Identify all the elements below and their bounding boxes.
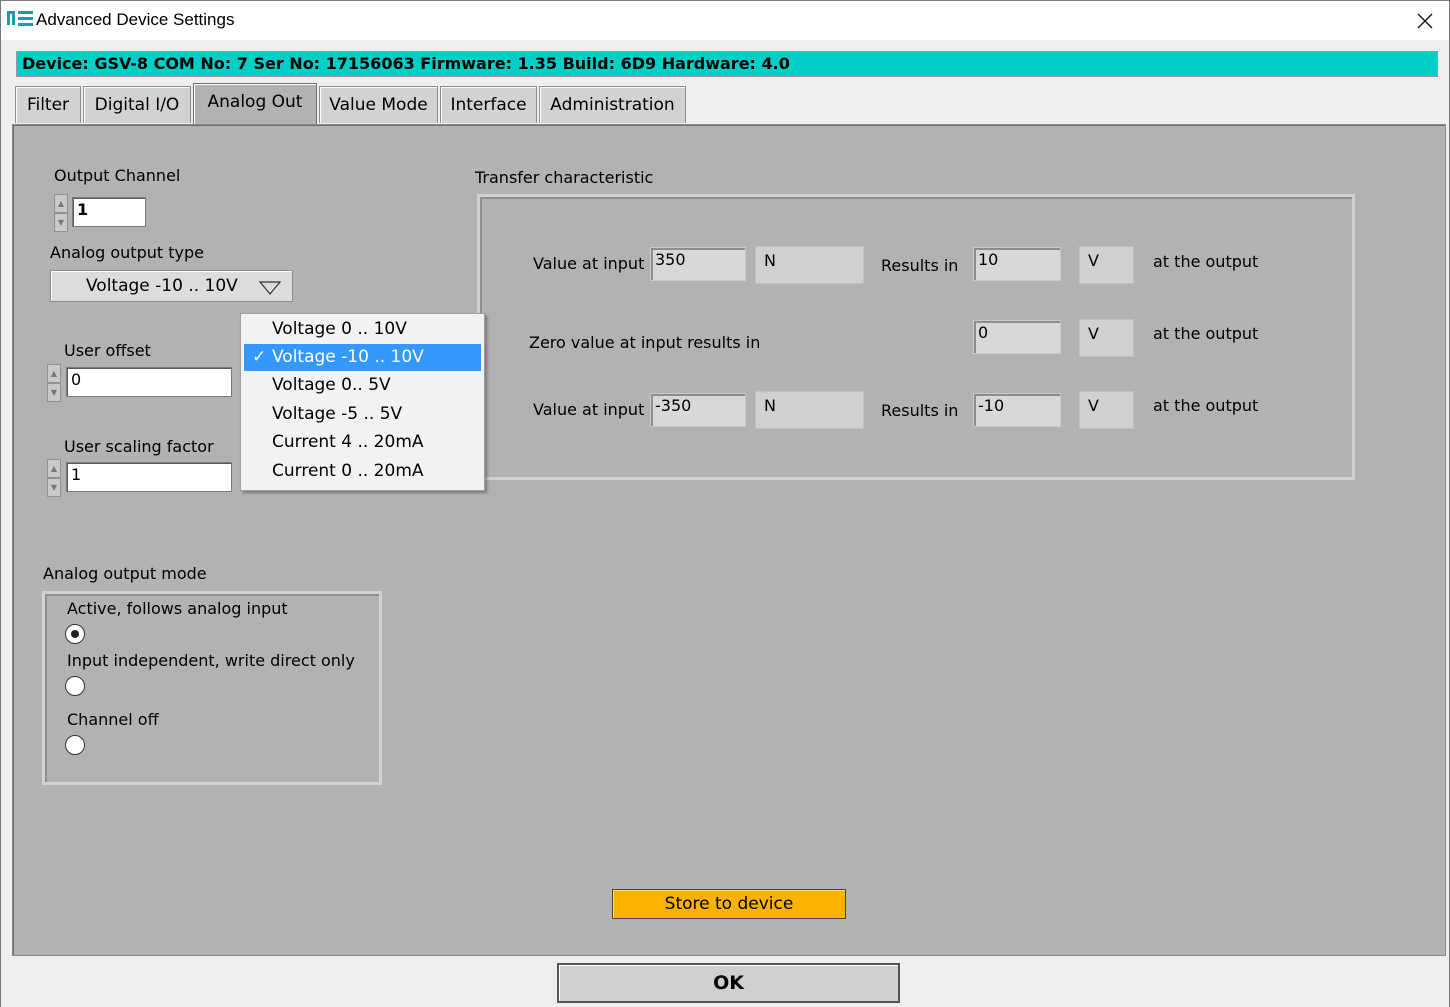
tab-interface[interactable]: Interface (440, 86, 537, 123)
option-label: Voltage 0 .. 10V (272, 319, 407, 339)
row1-input-label: Value at input (533, 254, 645, 273)
tab-label: Interface (450, 95, 527, 115)
dropdown-option[interactable]: Current 4 .. 20mA (244, 429, 481, 456)
decrement-arrow-icon[interactable]: ▼ (47, 383, 61, 402)
dropdown-option[interactable]: Voltage -5 .. 5V (244, 401, 481, 428)
dropdown-option[interactable]: Current 0 .. 20mA (244, 458, 481, 485)
transfer-title: Transfer characteristic (475, 168, 654, 187)
option-label: Current 4 .. 20mA (272, 432, 424, 452)
title-bar: Advanced Device Settings (0, 0, 1450, 40)
row1-input-unit: N (755, 246, 864, 284)
close-button[interactable] (1401, 3, 1449, 39)
output-mode-group (42, 591, 382, 785)
row3-result-value[interactable]: -10 (973, 393, 1061, 427)
output-type-selected: Voltage -10 .. 10V (86, 276, 238, 296)
option-label: Current 0 .. 20mA (272, 461, 424, 481)
output-channel-label: Output Channel (54, 166, 181, 185)
row3-input-value[interactable]: -350 (650, 393, 746, 427)
output-channel-spinner[interactable]: ▲ ▼ (54, 194, 68, 232)
increment-arrow-icon[interactable]: ▲ (47, 364, 61, 383)
app-logo-icon (7, 11, 33, 27)
close-icon (1417, 13, 1433, 29)
radio-channel-off[interactable] (65, 735, 85, 755)
tab-value-mode[interactable]: Value Mode (319, 86, 438, 123)
row3-suffix: at the output (1153, 396, 1259, 415)
output-type-select[interactable]: Voltage -10 .. 10V (50, 270, 293, 302)
row2-result-unit: V (1079, 319, 1134, 357)
tab-label: Administration (550, 95, 675, 115)
tab-label: Value Mode (329, 95, 428, 115)
tab-digital-io[interactable]: Digital I/O (83, 86, 191, 123)
ok-button[interactable]: OK (557, 963, 900, 1003)
radio-label-channel-off: Channel off (67, 710, 159, 729)
radio-input-independent[interactable] (65, 676, 85, 696)
output-channel-input[interactable]: 1 (72, 197, 146, 227)
option-label: Voltage 0.. 5V (272, 375, 391, 395)
output-mode-label: Analog output mode (43, 564, 207, 583)
row1-result-value[interactable]: 10 (973, 247, 1061, 281)
tab-analog-out[interactable]: Analog Out (193, 83, 317, 127)
dropdown-option[interactable]: Voltage 0 .. 10V (244, 316, 481, 343)
radio-label-active: Active, follows analog input (67, 599, 288, 618)
row1-suffix: at the output (1153, 252, 1259, 271)
checkmark-icon: ✓ (252, 347, 267, 367)
option-label: Voltage -10 .. 10V (272, 347, 424, 367)
row1-input-value[interactable]: 350 (650, 247, 746, 281)
row2-label: Zero value at input results in (529, 333, 761, 352)
window-title: Advanced Device Settings (36, 10, 235, 29)
row3-result-unit: V (1079, 391, 1134, 429)
user-scaling-input[interactable]: 1 (66, 462, 232, 492)
user-offset-spinner[interactable]: ▲ ▼ (47, 364, 61, 402)
row1-result-unit: V (1079, 246, 1134, 284)
output-type-dropdown-menu: Voltage 0 .. 10V ✓ Voltage -10 .. 10V Vol… (240, 313, 485, 491)
row2-result-value[interactable]: 0 (973, 320, 1061, 354)
dropdown-option-selected[interactable]: ✓ Voltage -10 .. 10V (244, 344, 481, 371)
user-offset-input[interactable]: 0 (66, 367, 232, 397)
store-to-device-button[interactable]: Store to device (612, 889, 846, 919)
row1-results-label: Results in (881, 256, 959, 275)
decrement-arrow-icon[interactable]: ▼ (47, 478, 61, 497)
user-scaling-label: User scaling factor (64, 437, 214, 456)
decrement-arrow-icon[interactable]: ▼ (54, 213, 68, 232)
user-offset-label: User offset (64, 341, 151, 360)
radio-label-independent: Input independent, write direct only (67, 651, 355, 670)
user-scaling-spinner[interactable]: ▲ ▼ (47, 459, 61, 497)
row3-results-label: Results in (881, 401, 959, 420)
radio-active-follows-input[interactable] (65, 624, 85, 644)
tab-label: Analog Out (207, 92, 303, 112)
option-label: Voltage -5 .. 5V (272, 404, 403, 424)
tab-label: Digital I/O (94, 95, 180, 115)
tab-label: Filter (26, 95, 70, 115)
row3-input-label: Value at input (533, 400, 645, 419)
row2-suffix: at the output (1153, 324, 1259, 343)
chevron-down-icon (259, 281, 281, 295)
dropdown-option[interactable]: Voltage 0.. 5V (244, 372, 481, 399)
tab-administration[interactable]: Administration (539, 86, 686, 123)
device-info-bar: Device: GSV-8 COM No: 7 Ser No: 17156063… (16, 51, 1438, 77)
increment-arrow-icon[interactable]: ▲ (54, 194, 68, 213)
row3-input-unit: N (755, 391, 864, 429)
output-type-label: Analog output type (50, 243, 204, 262)
increment-arrow-icon[interactable]: ▲ (47, 459, 61, 478)
tab-filter[interactable]: Filter (15, 86, 81, 123)
